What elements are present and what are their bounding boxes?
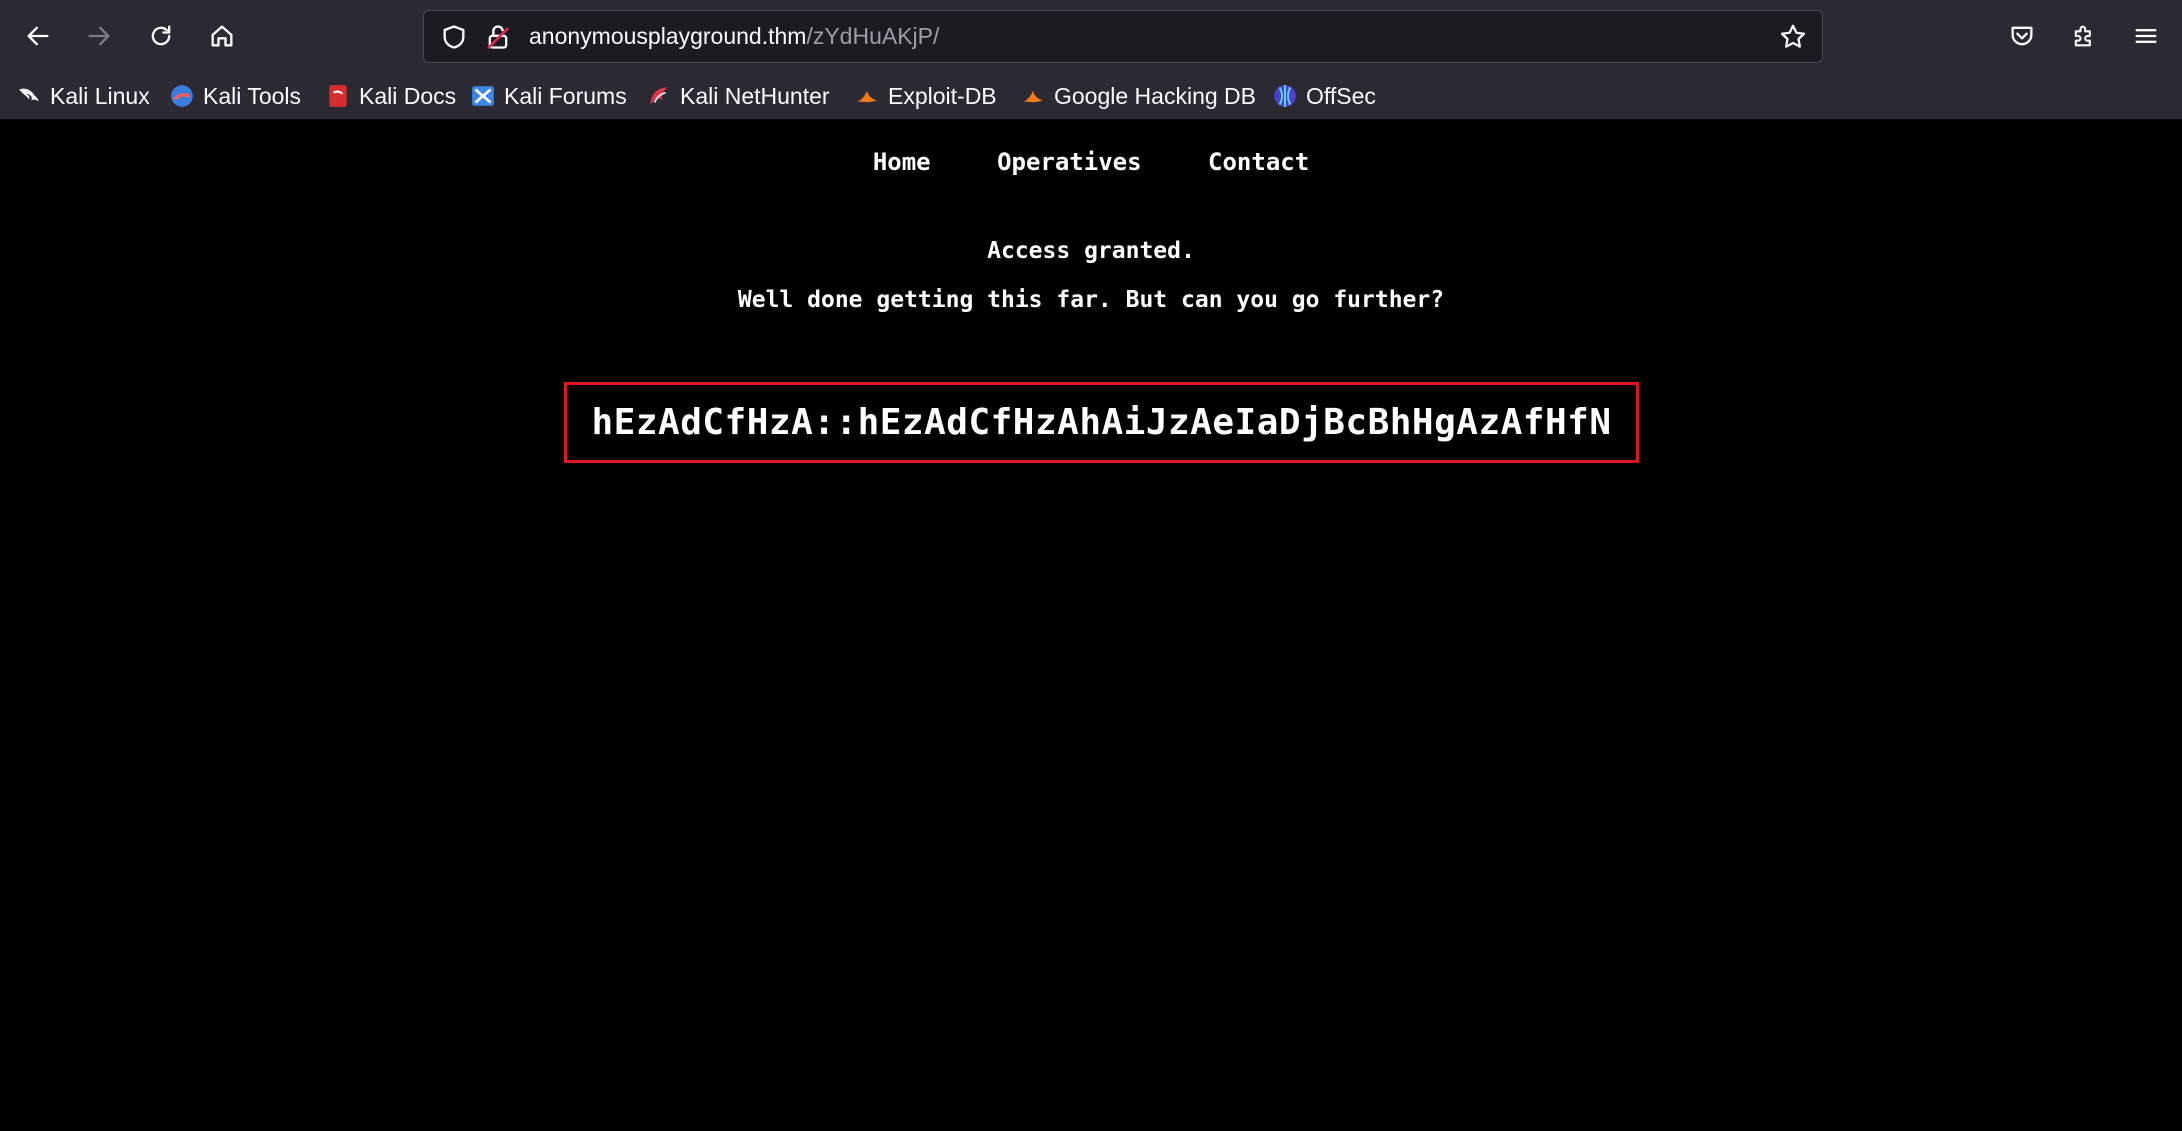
arrow-left-icon (27, 26, 49, 46)
bookmark-kali-tools[interactable]: Kali Tools (169, 81, 301, 111)
nav-link-home[interactable]: Home (873, 148, 931, 176)
browser-toolbar: anonymousplayground.thm/zYdHuAKjP/ (0, 0, 2182, 73)
reload-icon (151, 25, 171, 46)
puzzle-icon (2074, 25, 2091, 47)
bookmark-label: Kali Docs (359, 82, 457, 109)
home-button[interactable] (200, 14, 244, 58)
bookmark-label: OffSec (1306, 82, 1376, 109)
url-bar[interactable]: anonymousplayground.thm/zYdHuAKjP/ (423, 10, 1823, 63)
pocket-button[interactable] (2000, 14, 2044, 58)
tracking-shield-icon[interactable] (440, 23, 468, 51)
arrow-right-icon (88, 26, 110, 46)
back-button[interactable] (16, 14, 60, 58)
bookmark-star-icon[interactable] (1778, 22, 1808, 52)
bookmark-label: Google Hacking DB (1054, 82, 1256, 109)
reload-button[interactable] (139, 14, 183, 58)
bookmarks-toolbar: Kali Linux Kali Tools Kali Docs Kali For… (0, 73, 2182, 120)
url-host: anonymousplayground.thm (529, 23, 807, 49)
kali-forums-icon (470, 83, 496, 109)
url-path: /zYdHuAKjP/ (806, 23, 940, 49)
page-content: Home Operatives Contact Access granted. … (0, 120, 2182, 1131)
offsec-icon (1272, 83, 1298, 109)
access-granted-text: Access granted. (987, 238, 1195, 264)
bookmark-label: Kali Forums (504, 82, 627, 109)
bookmark-kali-nethunter[interactable]: Kali NetHunter (646, 81, 830, 111)
bookmark-kali-docs[interactable]: Kali Docs (325, 81, 456, 111)
encoded-credentials: hEzAdCfHzA::hEzAdCfHzAhAiJzAeIaDjBcBhHgA… (591, 402, 1612, 443)
extensions-button[interactable] (2062, 14, 2106, 58)
highlighted-code-box: hEzAdCfHzA::hEzAdCfHzAhAiJzAeIaDjBcBhHgA… (564, 382, 1639, 463)
exploit-db-icon (854, 83, 880, 109)
pocket-icon (2011, 26, 2033, 46)
hamburger-menu-icon (2135, 29, 2157, 43)
nav-link-operatives[interactable]: Operatives (997, 148, 1142, 176)
url-text[interactable]: anonymousplayground.thm/zYdHuAKjP/ (529, 23, 939, 50)
bookmark-kali-forums[interactable]: Kali Forums (470, 81, 627, 111)
kali-docs-icon (325, 83, 351, 109)
bookmark-google-hacking-db[interactable]: Google Hacking DB (1020, 81, 1256, 111)
kali-tools-icon (169, 83, 195, 109)
site-nav: Home Operatives Contact (0, 148, 2182, 176)
bookmark-offsec[interactable]: OffSec (1272, 81, 1376, 111)
bookmark-label: Kali Linux (50, 82, 150, 109)
bookmark-kali-linux[interactable]: Kali Linux (16, 81, 150, 111)
kali-nethunter-icon (646, 83, 672, 109)
bookmark-label: Exploit-DB (888, 82, 997, 109)
menu-button[interactable] (2124, 14, 2168, 58)
insecure-lock-icon[interactable] (484, 23, 512, 51)
bookmark-exploit-db[interactable]: Exploit-DB (854, 81, 997, 111)
home-icon (211, 25, 233, 47)
bookmark-label: Kali NetHunter (680, 82, 830, 109)
bookmark-label: Kali Tools (203, 82, 302, 109)
ghdb-icon (1020, 83, 1046, 109)
kali-dragon-icon (16, 83, 42, 109)
nav-link-contact[interactable]: Contact (1208, 148, 1309, 176)
further-text: Well done getting this far. But can you … (737, 287, 1445, 313)
forward-button[interactable] (77, 14, 121, 58)
